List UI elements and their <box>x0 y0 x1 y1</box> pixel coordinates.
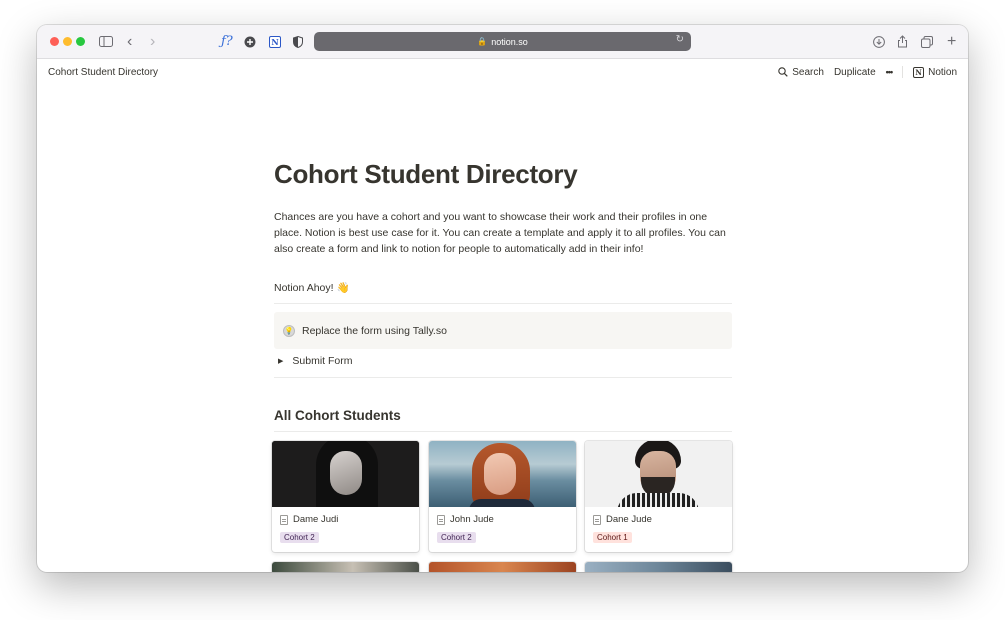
reload-icon[interactable]: ↻ <box>676 34 684 45</box>
tabs-overview-icon[interactable] <box>921 33 933 50</box>
duplicate-button[interactable]: Duplicate <box>834 67 876 78</box>
student-card[interactable]: Dane Jude Cohort 1 <box>585 441 732 552</box>
formula-extension-icon[interactable]: ƒ? <box>221 33 233 50</box>
search-label: Search <box>792 66 824 78</box>
callout-text: Replace the form using Tally.so <box>302 324 447 337</box>
downloads-icon[interactable] <box>873 33 885 50</box>
minimize-window-button[interactable] <box>63 37 72 46</box>
cohort-tag: Cohort 2 <box>437 532 476 543</box>
add-extension-icon[interactable] <box>244 33 256 50</box>
lock-icon: 🔒 <box>477 37 488 46</box>
browser-toolbar: ‹ › ƒ? N 🔒 notion.so ↻ + <box>37 25 968 59</box>
student-name-text: Dane Jude <box>606 514 652 525</box>
student-photo <box>429 441 576 507</box>
forward-icon[interactable]: › <box>150 33 155 50</box>
divider <box>274 303 732 304</box>
page-title[interactable]: Cohort Student Directory <box>274 159 578 190</box>
search-icon <box>778 67 788 77</box>
page-icon <box>280 514 288 525</box>
page-description[interactable]: Chances are you have a cohort and you wa… <box>274 209 732 257</box>
student-photo <box>272 441 419 507</box>
more-options-icon[interactable]: ••• <box>886 67 894 77</box>
address-bar[interactable]: 🔒 notion.so ↻ <box>314 32 691 51</box>
page-icon <box>593 514 601 525</box>
callout-block[interactable]: 💡 Replace the form using Tally.so <box>274 312 732 349</box>
topbar-actions: Search Duplicate ••• N Notion <box>768 66 957 78</box>
cohort-tag: Cohort 2 <box>280 532 319 543</box>
cohort-tag: Cohort 1 <box>593 532 632 543</box>
url-text: notion.so <box>491 36 528 47</box>
zoom-window-button[interactable] <box>76 37 85 46</box>
sidebar-toggle-icon[interactable] <box>99 33 113 50</box>
toggle-triangle-icon[interactable]: ▶ <box>278 357 283 365</box>
student-name: Dame Judi <box>280 514 338 525</box>
privacy-shield-icon[interactable] <box>293 33 303 50</box>
notion-label: Notion <box>928 66 957 78</box>
browser-window: ‹ › ƒ? N 🔒 notion.so ↻ + Cohort Student … <box>37 25 968 572</box>
share-icon[interactable] <box>897 33 908 50</box>
notion-link[interactable]: N Notion <box>913 66 957 78</box>
new-tab-icon[interactable]: + <box>947 33 956 50</box>
toggle-label: Submit Form <box>292 355 353 367</box>
notion-logo-icon: N <box>913 66 925 78</box>
student-name: John Jude <box>437 514 494 525</box>
student-card[interactable]: Dame Judi Cohort 2 <box>272 441 419 552</box>
student-card[interactable]: John Jude Cohort 2 <box>429 441 576 552</box>
topbar-divider <box>902 66 904 78</box>
student-card[interactable] <box>429 562 576 572</box>
search-button[interactable]: Search <box>778 67 824 78</box>
student-name-text: John Jude <box>450 514 494 525</box>
page-icon <box>437 514 445 525</box>
lightbulb-icon: 💡 <box>283 324 295 337</box>
section-heading[interactable]: All Cohort Students <box>274 408 401 423</box>
notion-extension-icon[interactable]: N <box>269 33 281 50</box>
student-photo <box>585 441 732 507</box>
back-icon[interactable]: ‹ <box>127 33 132 50</box>
student-name: Dane Jude <box>593 514 652 525</box>
breadcrumb[interactable]: Cohort Student Directory <box>48 67 158 78</box>
student-card[interactable] <box>585 562 732 572</box>
notion-topbar: Cohort Student Directory Search Duplicat… <box>37 60 968 86</box>
divider <box>274 431 732 432</box>
submit-form-toggle[interactable]: ▶ Submit Form <box>278 355 352 367</box>
student-card[interactable] <box>272 562 419 572</box>
svg-text:N: N <box>271 37 278 47</box>
divider <box>274 377 732 378</box>
student-name-text: Dame Judi <box>293 514 339 525</box>
close-window-button[interactable] <box>50 37 59 46</box>
greeting-text[interactable]: Notion Ahoy! 👋 <box>274 281 350 294</box>
